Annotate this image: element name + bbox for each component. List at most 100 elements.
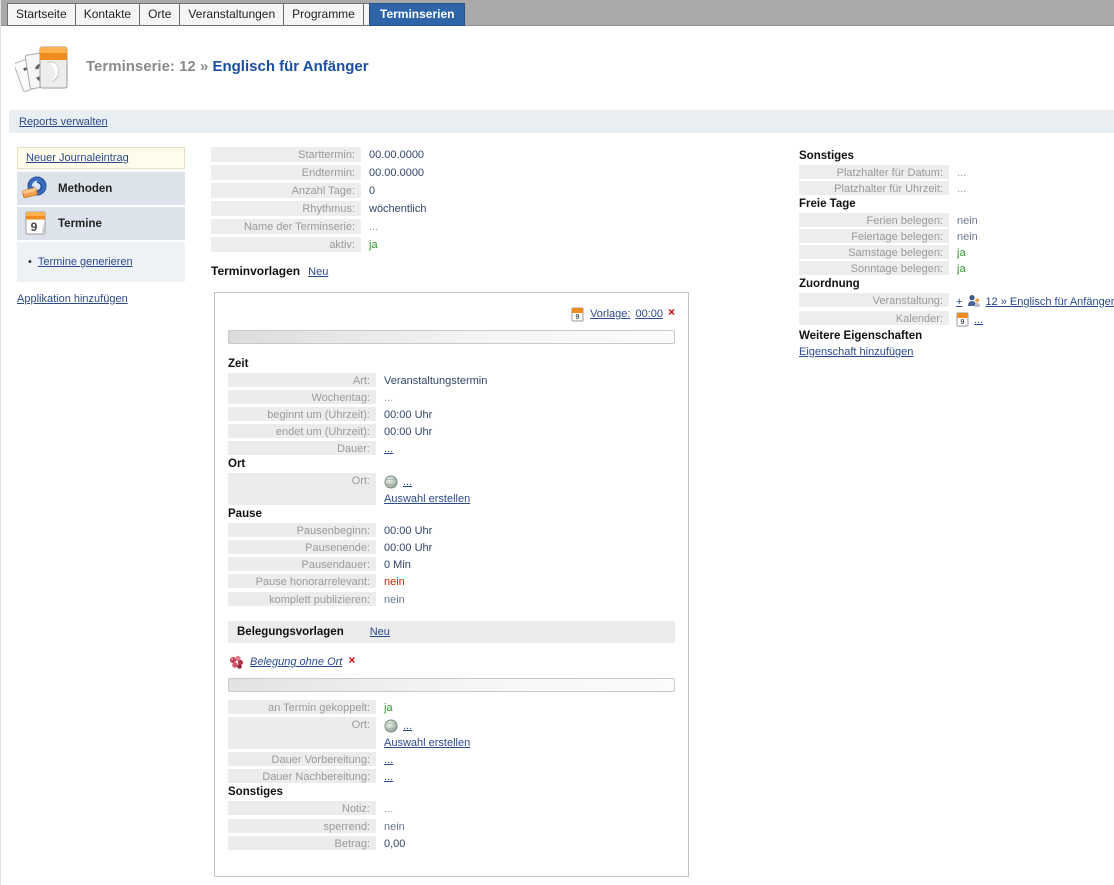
right-panel: Sonstiges Platzhalter für Datum: ... Pla…	[799, 147, 1114, 358]
delete-vorlage-button[interactable]: ×	[668, 306, 675, 318]
field-value: ja	[949, 261, 966, 275]
form-row-endtermin: Endtermin: 00.00.0000	[211, 165, 691, 180]
field-label: an Termin gekoppelt:	[228, 700, 376, 714]
field-label: Pausendauer:	[228, 557, 376, 571]
dauer-edit-link[interactable]: ...	[384, 443, 393, 455]
belegungsvorlagen-title: Belegungsvorlagen	[237, 626, 344, 638]
form-row-anzahl-tage: Anzahl Tage: 0	[211, 183, 691, 198]
belegung-cluster-icon	[228, 655, 244, 670]
termine-generieren-link[interactable]: Termine generieren	[38, 256, 133, 268]
vorlage-time-link[interactable]: 00:00	[635, 308, 663, 320]
add-application-area: Applikation hinzufügen	[17, 293, 128, 305]
delete-belegung-button[interactable]: ×	[348, 654, 355, 666]
card-row-beginnt-um: beginnt um (Uhrzeit): 00:00 Uhr	[228, 407, 675, 421]
vorlage-link[interactable]: Vorlage:	[590, 308, 630, 320]
field-value: ...	[361, 219, 378, 234]
card-row-beleg-ort: Ort: ... Auswahl erstellen	[228, 717, 675, 749]
form-row-starttermin: Starttermin: 00.00.0000	[211, 147, 691, 162]
tab-orte[interactable]: Orte	[139, 3, 180, 26]
field-value: ...	[949, 165, 966, 179]
dauer-vorbereitung-link[interactable]: ...	[384, 754, 393, 766]
card-row-dauer-nachbereitung: Dauer Nachbereitung: ...	[228, 769, 675, 783]
terminvorlagen-neu-link[interactable]: Neu	[308, 266, 328, 278]
veranstaltung-link[interactable]: 12 » Englisch für Anfänger	[985, 296, 1114, 308]
collapsed-panel-bar	[228, 678, 675, 692]
field-label: Dauer Nachbereitung:	[228, 769, 376, 783]
card-row-ort: Ort: ... Auswahl erstellen	[228, 473, 675, 505]
panel-row-platzhalter-uhrzeit: Platzhalter für Uhrzeit: ...	[799, 181, 1114, 195]
kalender-select-link[interactable]: ...	[974, 314, 983, 326]
globe-icon	[384, 719, 398, 733]
field-value: ja	[376, 700, 393, 714]
section-header-weitere-eigenschaften: Weitere Eigenschaften	[799, 330, 1114, 342]
add-application-link[interactable]: Applikation hinzufügen	[17, 293, 128, 305]
sidebar-item-label: Methoden	[58, 183, 112, 195]
section-header-pause: Pause	[228, 508, 675, 520]
field-label: Ort:	[228, 473, 376, 505]
field-label: Rhythmus:	[211, 201, 361, 216]
panel-row-feiertage-belegen: Feiertage belegen: nein	[799, 229, 1114, 243]
reports-manage-link[interactable]: Reports verwalten	[19, 116, 108, 128]
field-value: 0 Min	[376, 557, 411, 571]
top-nav-bar: Startseite Kontakte Orte Veranstaltungen…	[1, 0, 1114, 26]
field-label: Sonntage belegen:	[799, 261, 949, 275]
belegungsvorlagen-neu-link[interactable]: Neu	[370, 626, 390, 638]
series-form: Starttermin: 00.00.0000 Endtermin: 00.00…	[211, 147, 691, 255]
field-value: 00:00 Uhr	[376, 540, 432, 554]
form-row-name-der-terminserie: Name der Terminserie: ...	[211, 219, 691, 234]
beleg-ort-select-link[interactable]: ...	[403, 720, 412, 732]
field-label: Dauer Vorbereitung:	[228, 752, 376, 766]
sidebar-item-termine[interactable]: 9 Termine	[17, 207, 185, 240]
field-label: Platzhalter für Datum:	[799, 165, 949, 179]
card-row-art: Art: Veranstaltungstermin	[228, 373, 675, 387]
tab-veranstaltungen[interactable]: Veranstaltungen	[179, 3, 284, 26]
card-row-wochentag: Wochentag: ...	[228, 390, 675, 404]
belegung-item: Belegung ohne Ort ×	[228, 654, 675, 670]
field-label: Pausenbeginn:	[228, 523, 376, 537]
reports-toolbar: Reports verwalten	[9, 110, 1114, 133]
card-row-sperrend: sperrend: nein	[228, 819, 675, 833]
nav-tabs: Startseite Kontakte Orte Veranstaltungen…	[7, 3, 388, 26]
field-value: ja	[949, 245, 966, 259]
card-row-pause-honorarrelevant: Pause honorarrelevant: nein	[228, 574, 675, 588]
field-label: Veranstaltung:	[799, 293, 949, 307]
section-header-sonstiges: Sonstiges	[228, 786, 675, 798]
svg-text:9: 9	[961, 319, 965, 326]
add-veranstaltung-link[interactable]: +	[956, 296, 962, 308]
card-row-an-termin-gekoppelt: an Termin gekoppelt: ja	[228, 700, 675, 714]
tab-programme[interactable]: Programme	[283, 3, 364, 26]
field-value: nein	[376, 592, 405, 606]
field-label: Pausenende:	[228, 540, 376, 554]
ort-select-link[interactable]: ...	[403, 476, 412, 488]
section-header-zeit: Zeit	[228, 358, 675, 370]
belegung-ohne-ort-link[interactable]: Belegung ohne Ort	[250, 656, 342, 668]
field-label: Pause honorarrelevant:	[228, 574, 376, 588]
card-row-notiz: Notiz: ...	[228, 801, 675, 815]
sidebar-item-label: Termine	[58, 218, 102, 230]
beleg-auswahl-erstellen-link[interactable]: Auswahl erstellen	[384, 737, 470, 749]
auswahl-erstellen-link[interactable]: Auswahl erstellen	[384, 493, 470, 505]
svg-text:9: 9	[576, 314, 580, 321]
sidebar-item-methoden[interactable]: Methoden	[17, 172, 185, 205]
field-label: Anzahl Tage:	[211, 183, 361, 198]
tab-kontakte[interactable]: Kontakte	[75, 3, 140, 26]
form-row-rhythmus: Rhythmus: wöchentlich	[211, 201, 691, 216]
eigenschaft-hinzufuegen-link[interactable]: Eigenschaft hinzufügen	[799, 346, 913, 358]
panel-row-ferien-belegen: Ferien belegen: nein	[799, 213, 1114, 227]
tab-terminserien-active[interactable]: Terminserien	[369, 3, 465, 26]
field-value: 00:00 Uhr	[376, 523, 432, 537]
new-journal-entry-link[interactable]: Neuer Journaleintrag	[26, 152, 129, 164]
field-value: nein	[949, 213, 978, 227]
field-label: Art:	[228, 373, 376, 387]
field-label: Wochentag:	[228, 390, 376, 404]
field-value: 00.00.0000	[361, 147, 424, 162]
page-title: Terminserie: 12 » Englisch für Anfänger	[86, 58, 369, 75]
dauer-nachbereitung-link[interactable]: ...	[384, 771, 393, 783]
field-value: nein	[949, 229, 978, 243]
field-value: ja	[361, 237, 378, 252]
field-label: Betrag:	[228, 836, 376, 850]
field-label: sperrend:	[228, 819, 376, 833]
field-label: Name der Terminserie:	[211, 219, 361, 234]
tab-startseite[interactable]: Startseite	[7, 3, 76, 26]
field-value: nein	[376, 819, 405, 833]
